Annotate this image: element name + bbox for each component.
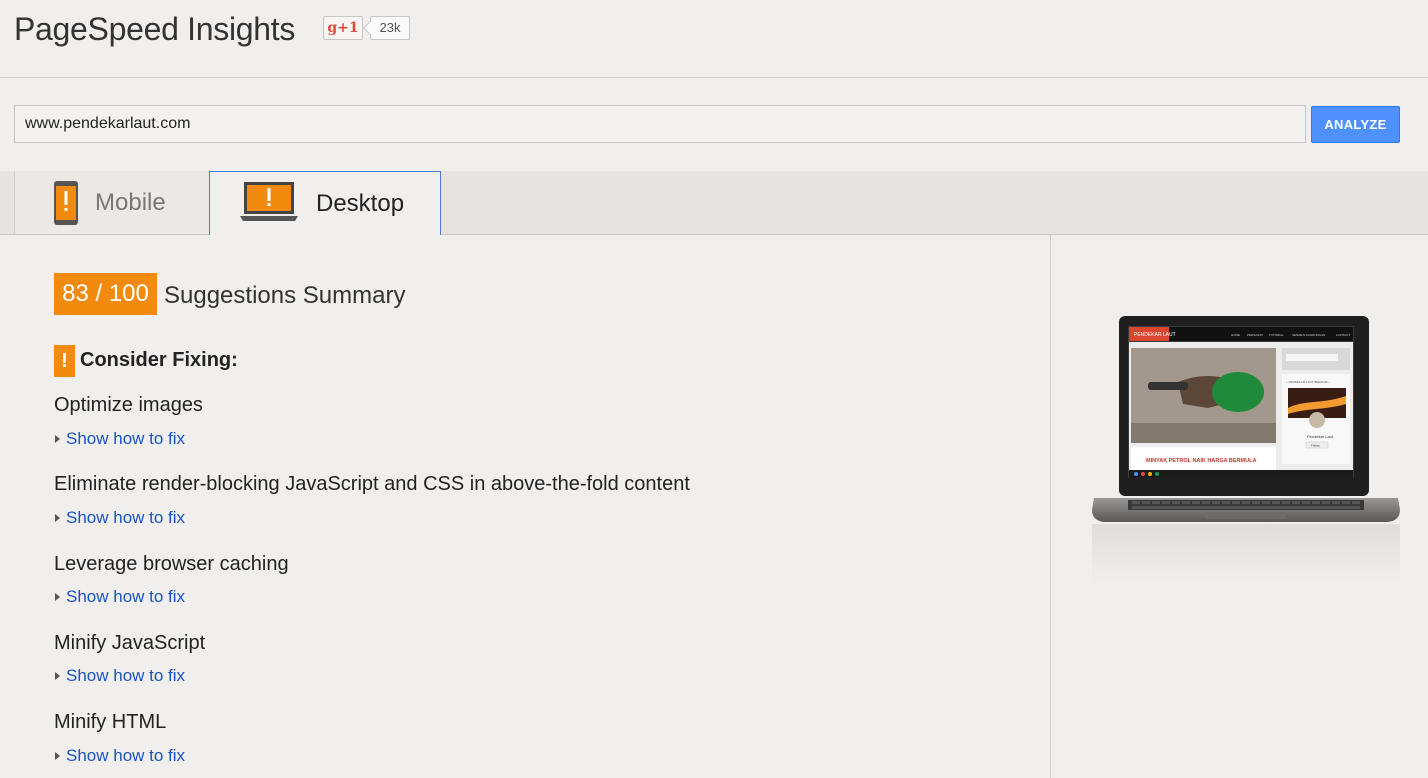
expand-triangle-icon <box>55 752 60 760</box>
laptop-warning-icon <box>240 182 298 221</box>
tab-mobile-label: Mobile <box>95 189 166 216</box>
analyze-button[interactable]: ANALYZE <box>1311 106 1400 143</box>
preview-headline: MINYAK PETROL NAIK HARGA BERMULA <box>1146 458 1256 464</box>
tab-desktop-label: Desktop <box>316 190 405 217</box>
google-plus-button[interactable]: g+1 <box>323 16 363 40</box>
preview-follow-button: Follow <box>1311 444 1321 448</box>
warning-icon: ! <box>54 345 75 377</box>
header-bar: PageSpeed Insights g+1 23k <box>0 0 1428 78</box>
column-divider <box>1050 235 1051 778</box>
score-badge: 83 / 100 <box>54 273 157 315</box>
phone-warning-icon <box>54 181 78 225</box>
preview-nav-home: HOME <box>1231 333 1240 337</box>
preview-nav-contact: CONTACT <box>1336 333 1350 337</box>
expand-triangle-icon <box>55 435 60 443</box>
rule-title: Minify JavaScript <box>54 632 206 654</box>
rule-title: Minify HTML <box>54 711 167 733</box>
url-input[interactable] <box>14 105 1306 143</box>
tab-desktop[interactable]: Desktop <box>209 171 441 235</box>
preview-nav-tutorial: TUTORIAL <box>1269 333 1284 337</box>
show-how-to-fix-link[interactable]: Show how to fix <box>55 508 185 528</box>
tab-mobile[interactable]: Mobile <box>14 171 210 234</box>
rule-title: Optimize images <box>54 394 203 416</box>
preview-sidebar-heading: ~ PENDEKAR LAUT BERANDI ~ <box>1286 380 1331 384</box>
preview-nav-persanat: PERSANAT <box>1247 333 1263 337</box>
desktop-preview-screenshot: PENDEKAR LAUT HOME PERSANAT TUTORIAL SEN… <box>1092 316 1400 584</box>
preview-nav-senarai: SENARAI KANDUNGAN <box>1292 333 1325 337</box>
device-tab-bar: Mobile Desktop <box>0 171 1428 235</box>
show-how-to-fix-link[interactable]: Show how to fix <box>55 666 185 686</box>
expand-triangle-icon <box>55 514 60 522</box>
consider-fixing-heading: Consider Fixing: <box>80 349 238 371</box>
preview-logo: PENDEKAR LAUT <box>1134 332 1176 338</box>
preview-sidebar-name: Pendekar Laut <box>1307 434 1334 439</box>
rule-title: Eliminate render-blocking JavaScript and… <box>54 473 690 495</box>
expand-triangle-icon <box>55 593 60 601</box>
show-how-to-fix-link[interactable]: Show how to fix <box>55 429 185 449</box>
expand-triangle-icon <box>55 672 60 680</box>
google-plus-count: 23k <box>370 16 410 40</box>
show-how-to-fix-link[interactable]: Show how to fix <box>55 587 185 607</box>
summary-title: Suggestions Summary <box>164 282 406 309</box>
rule-title: Leverage browser caching <box>54 553 289 575</box>
page-title: PageSpeed Insights <box>14 11 296 47</box>
show-how-to-fix-link[interactable]: Show how to fix <box>55 746 185 766</box>
